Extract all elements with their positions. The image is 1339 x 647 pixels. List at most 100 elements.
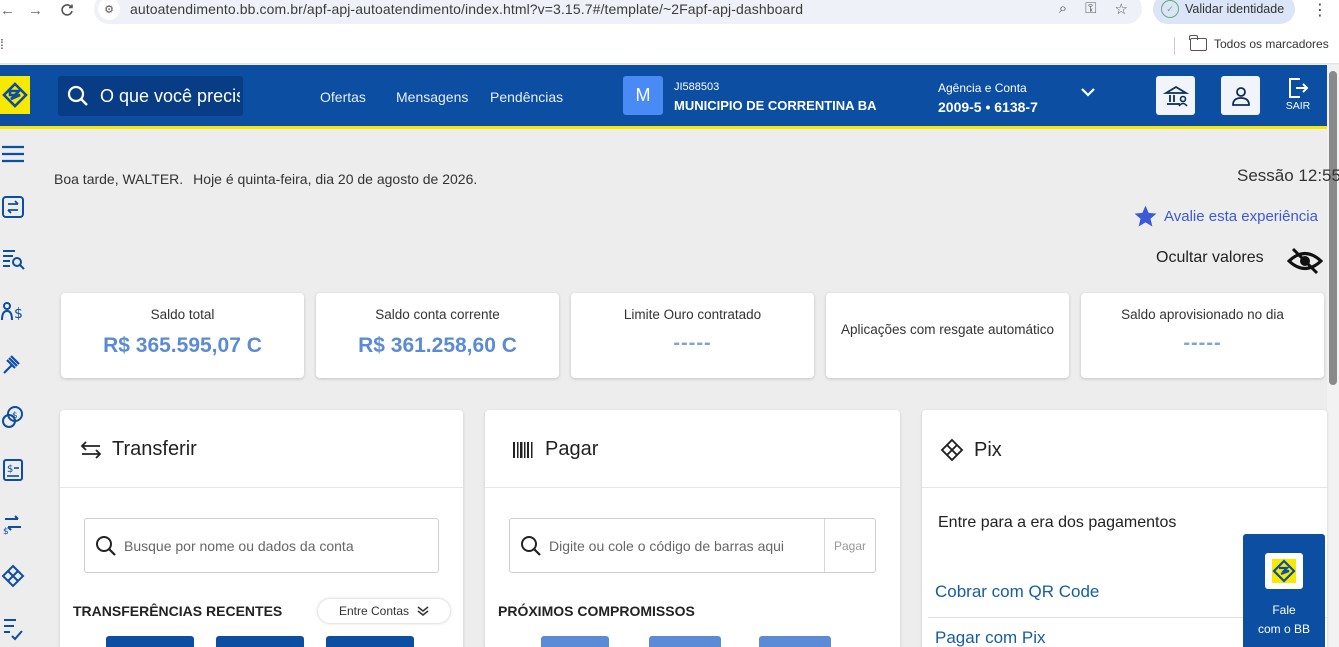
chevron-down-icon[interactable] [1080, 86, 1096, 98]
transfer-filter-label: Entre Contas [338, 604, 410, 618]
exchange-money-icon[interactable]: $ [0, 510, 26, 536]
svg-text:$: $ [3, 527, 9, 535]
site-info-icon[interactable]: ⚙ [98, 0, 120, 20]
browser-menu-icon[interactable]: ⋮ [1312, 0, 1328, 20]
pix-icon[interactable] [0, 563, 26, 589]
svg-text:$: $ [14, 306, 23, 322]
agencia-label: Agência e Conta [938, 81, 1027, 95]
bb-logo[interactable] [0, 76, 30, 114]
hide-values-label[interactable]: Ocultar valores [1156, 249, 1264, 267]
validar-identidade-button[interactable]: ✓ Validar identidade [1153, 0, 1295, 24]
transfer-search-input[interactable] [124, 537, 424, 554]
balance-card-aplicacoes[interactable]: Aplicações com resgate automático [826, 293, 1069, 378]
account-selector[interactable] [614, 65, 1114, 126]
greeting-hello: Boa tarde, WALTER. [54, 171, 184, 187]
bank-account-button[interactable] [1156, 76, 1195, 115]
transfer-square-icon[interactable] [0, 194, 26, 220]
forward-arrow-icon[interactable]: → [28, 0, 43, 20]
checklist-icon[interactable] [0, 616, 26, 642]
balance-label: Saldo total [150, 307, 215, 322]
balance-label: Limite Ouro contratado [623, 307, 762, 322]
barcode-input[interactable] [549, 537, 819, 554]
key-icon[interactable]: ⚿ [1085, 0, 1096, 18]
eye-off-icon[interactable] [1287, 245, 1323, 277]
barcode-search[interactable]: Pagar [509, 518, 876, 573]
pagar-title[interactable]: Pagar [513, 438, 598, 461]
zoom-icon[interactable]: ⌕ [1059, 0, 1067, 18]
profile-button[interactable] [1221, 76, 1260, 115]
greeting-date: Hoje é quinta-feira, dia 20 de agosto de… [193, 171, 478, 187]
recent-transfer-item[interactable] [106, 636, 194, 647]
session-timer: Sessão 12:55 [1237, 166, 1339, 185]
nav-ofertas[interactable]: Ofertas [320, 89, 366, 105]
search-icon [521, 535, 541, 556]
validar-label: Validar identidade [1185, 2, 1285, 16]
pix-link-qr-code[interactable]: Cobrar com QR Code [935, 582, 1099, 602]
avatar[interactable]: M [623, 76, 663, 115]
account-code: JI588503 [674, 81, 720, 93]
panel-divider [60, 487, 463, 488]
balance-card-conta-corrente[interactable]: Saldo conta corrente R$ 361.258,60 C [316, 293, 559, 378]
coins-icon[interactable]: $ [0, 404, 26, 430]
pix-title-text: Pix [974, 438, 1002, 461]
reload-icon[interactable] [60, 0, 74, 20]
pix-link-pagar[interactable]: Pagar com Pix [935, 628, 1046, 647]
nav-pendencias[interactable]: Pendências [490, 89, 563, 105]
transferir-title[interactable]: Transferir [80, 438, 197, 461]
transferir-panel: Transferir TRANSFERÊNCIAS RECENTES Entre… [60, 410, 463, 647]
barcode-icon [513, 441, 533, 458]
header-search[interactable] [58, 76, 243, 116]
shield-check-icon: ✓ [1161, 0, 1179, 18]
recent-transfer-item[interactable] [326, 636, 414, 647]
nav-mensagens[interactable]: Mensagens [396, 89, 468, 105]
recent-transfer-item[interactable] [216, 636, 304, 647]
balance-card-limite-ouro[interactable]: Limite Ouro contratado ----- [571, 293, 814, 378]
pix-title[interactable]: Pix [940, 438, 1002, 462]
logout-label: SAIR [1285, 100, 1311, 112]
balance-card-aprovisionado[interactable]: Saldo aprovisionado no dia ----- [1081, 293, 1324, 378]
transfer-search[interactable] [84, 518, 439, 573]
pix-subtitle: Entre para a era dos pagamentos [938, 514, 1177, 531]
balance-value: ----- [673, 332, 712, 354]
bank-icon [1162, 85, 1189, 107]
apps-icon[interactable]: ⁞ [0, 36, 4, 52]
bookmarks-bar: ⁞ Todos os marcadores [0, 28, 1339, 64]
statement-search-icon[interactable] [0, 246, 26, 272]
gavel-icon[interactable] [0, 351, 26, 377]
transfer-arrows-icon [80, 440, 102, 459]
all-bookmarks-folder[interactable]: Todos os marcadores [1189, 34, 1329, 51]
fale-label-line2: com o BB [1257, 622, 1311, 636]
document-money-icon[interactable]: $ [0, 457, 26, 483]
upcoming-payments-heading: PRÓXIMOS COMPROMISSOS [498, 603, 695, 619]
logout-button[interactable]: SAIR [1283, 76, 1313, 112]
left-sidebar: $ $ $ $ [0, 129, 30, 647]
panel-divider [485, 487, 900, 488]
upcoming-payment-item[interactable] [649, 636, 721, 647]
transfer-filter-dropdown[interactable]: Entre Contas [318, 599, 450, 623]
upcoming-payment-item[interactable] [541, 636, 609, 647]
star-icon [1134, 205, 1157, 227]
url-text[interactable]: autoatendimento.bb.com.br/apf-apj-autoat… [130, 1, 803, 17]
rate-experience-link[interactable]: Avalie esta experiência [1133, 204, 1318, 229]
back-arrow-icon[interactable]: ← [0, 0, 15, 20]
page-scrollbar-thumb[interactable] [1329, 71, 1337, 385]
balance-label: Saldo aprovisionado no dia [1121, 307, 1284, 322]
fale-com-bb-button[interactable]: Fale com o BB [1243, 534, 1325, 647]
folder-icon [1189, 34, 1207, 51]
address-bar[interactable]: ⚙ autoatendimento.bb.com.br/apf-apj-auto… [94, 0, 1142, 24]
bookmarks-divider [1174, 37, 1175, 55]
bookmarks-label: Todos os marcadores [1214, 37, 1329, 51]
upcoming-payment-item[interactable] [759, 636, 831, 647]
fale-label-line1: Fale [1272, 603, 1296, 617]
pagar-button[interactable]: Pagar [824, 519, 875, 572]
star-icon[interactable]: ☆ [1115, 0, 1128, 18]
menu-icon[interactable] [0, 141, 26, 167]
agencia-value: 2009-5 • 6138-7 [938, 99, 1038, 115]
account-name: MUNICIPIO DE CORRENTINA BA [674, 98, 877, 113]
balance-label: Aplicações com resgate automático [840, 322, 1055, 337]
balance-card-saldo-total[interactable]: Saldo total R$ 365.595,07 C [61, 293, 304, 378]
people-money-icon[interactable]: $ [0, 299, 26, 325]
pagar-title-text: Pagar [545, 438, 599, 460]
search-input[interactable] [100, 85, 240, 107]
greeting: Boa tarde, WALTER. Hoje é quinta-feira, d… [54, 171, 477, 187]
